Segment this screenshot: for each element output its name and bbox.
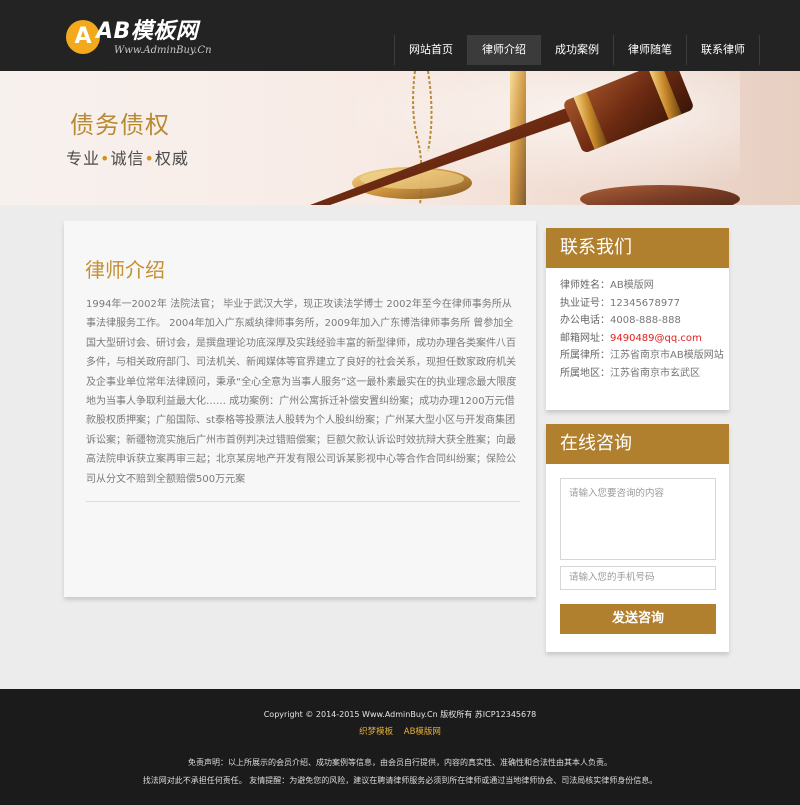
- contact-label: 所属律所：: [560, 350, 610, 361]
- contact-value: AB模版网: [610, 280, 654, 291]
- slogan-separator: •: [144, 149, 155, 168]
- send-consult-button[interactable]: 发送咨询: [560, 604, 716, 634]
- nav-item-cases[interactable]: 成功案例: [541, 35, 614, 65]
- banner-title: 债务债权: [70, 111, 170, 139]
- slogan-word: 权威: [154, 149, 189, 168]
- consult-box-title: 在线咨询: [546, 424, 729, 464]
- contact-row-email: 邮箱网址：9490489@qq.com: [560, 330, 729, 348]
- phone-input[interactable]: 请输入您的手机号码: [560, 566, 716, 590]
- contact-value: 4008-888-888: [610, 315, 681, 326]
- contact-box-title: 联系我们: [546, 228, 729, 268]
- contact-label: 办公电话：: [560, 315, 610, 326]
- slogan-word: 诚信: [110, 149, 145, 168]
- contact-label: 执业证号：: [560, 297, 610, 309]
- footer: Copyright © 2014-2015 Www.AdminBuy.Cn 版权…: [0, 689, 800, 805]
- slogan-word: 专业: [66, 149, 101, 168]
- main-nav: 网站首页 律师介绍 成功案例 律师随笔 联系律师: [394, 35, 760, 65]
- footer-links: 织梦模板 AB模版网: [0, 725, 800, 737]
- contact-list: 律师姓名：AB模版网 执业证号：12345678977 办公电话：4008-88…: [546, 268, 729, 382]
- lawyer-intro-text: 1994年一2002年 法院法官； 毕业于武汉大学，现正攻读法学博士 2002年…: [86, 299, 517, 485]
- consult-content-textarea[interactable]: 请输入您要咨询的内容: [560, 478, 716, 560]
- slogan-separator: •: [100, 149, 111, 168]
- gavel-and-scale-illustration: [300, 71, 740, 205]
- footer-link-ab[interactable]: AB模版网: [404, 727, 441, 737]
- header: A AB模板网 Www.AdminBuy.Cn 网站首页 律师介绍 成功案例 律…: [0, 0, 800, 71]
- notice-text: 找法网对此不承担任何责任。 友情提醒：为避免您的风险，建议在聘请律师服务必须到所…: [142, 776, 658, 785]
- contact-value: 江苏省南京市AB模版网站: [610, 350, 724, 361]
- lawyer-intro-panel: 律师介绍 1994年一2002年 法院法官； 毕业于武汉大学，现正攻读法学博士 …: [64, 221, 536, 597]
- logo-url: Www.AdminBuy.Cn: [114, 45, 212, 56]
- contact-row-firm: 所属律所：江苏省南京市AB模版网站: [560, 347, 729, 365]
- logo-name: AB模板网: [96, 19, 199, 44]
- banner-slogan: 专业•诚信•权威: [66, 145, 189, 169]
- nav-item-contact[interactable]: 联系律师: [687, 35, 760, 65]
- contact-box: 联系我们 律师姓名：AB模版网 执业证号：12345678977 办公电话：40…: [546, 228, 729, 410]
- contact-row-region: 所属地区：江苏省南京市玄武区: [560, 365, 729, 383]
- section-title: 律师介绍: [85, 258, 165, 282]
- contact-row-license: 执业证号：12345678977: [560, 295, 729, 313]
- site-logo[interactable]: A AB模板网 Www.AdminBuy.Cn: [66, 18, 226, 60]
- contact-row-lawyer-name: 律师姓名：AB模版网: [560, 277, 729, 295]
- logo-badge-icon: A: [66, 20, 100, 54]
- hero-banner: 债务债权 专业•诚信•权威: [0, 71, 800, 205]
- divider: [86, 501, 520, 502]
- contact-label: 邮箱网址：: [560, 332, 610, 344]
- contact-value: 江苏省南京市玄武区: [610, 367, 700, 379]
- contact-value: 12345678977: [610, 297, 680, 309]
- disclaimer-text: 免责声明：以上所展示的会员介绍、成功案例等信息，由会员自行提供，内容的真实性、准…: [188, 758, 612, 767]
- nav-item-home[interactable]: 网站首页: [394, 35, 468, 65]
- copyright-text: Copyright © 2014-2015 Www.AdminBuy.Cn 版权…: [263, 710, 537, 719]
- consult-box: 在线咨询 请输入您要咨询的内容 请输入您的手机号码 发送咨询: [546, 424, 729, 652]
- contact-label: 所属地区：: [560, 367, 610, 379]
- email-link[interactable]: 9490489@qq.com: [610, 333, 702, 344]
- contact-row-phone: 办公电话：4008-888-888: [560, 312, 729, 330]
- contact-label: 律师姓名：: [560, 280, 610, 291]
- nav-item-lawyer-intro[interactable]: 律师介绍: [468, 35, 541, 65]
- nav-item-essays[interactable]: 律师随笔: [614, 35, 687, 65]
- footer-link-dedecms[interactable]: 织梦模板: [359, 727, 393, 737]
